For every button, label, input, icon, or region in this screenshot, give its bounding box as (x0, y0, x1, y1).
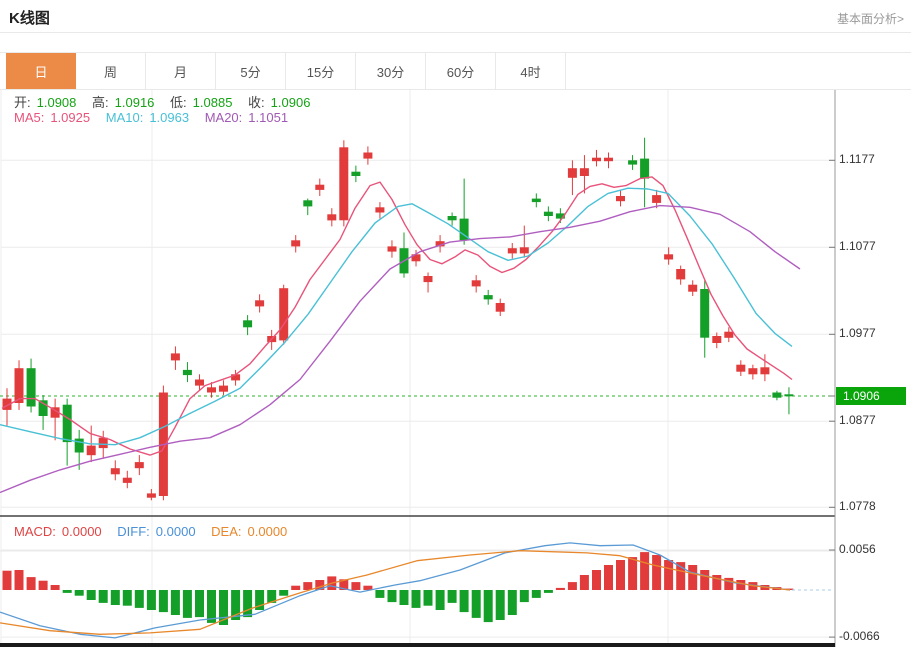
high-value: 1.0916 (115, 95, 155, 110)
period-tabbar: 日 周 月 5分 15分 30分 60分 4时 (0, 52, 911, 90)
ma-legend: MA5: 1.0925 MA10: 1.0963 MA20: 1.1051 (14, 110, 300, 125)
close-label: 收: (248, 95, 265, 110)
low-label: 低: (170, 95, 187, 110)
macd-value: 0.0000 (62, 524, 102, 539)
tab-day[interactable]: 日 (6, 53, 76, 89)
ma20-label: MA20: (205, 110, 243, 125)
page-header: K线图 基本面分析> (0, 0, 911, 33)
tab-15min[interactable]: 15分 (286, 53, 356, 89)
fundamental-analysis-link[interactable]: 基本面分析> (837, 10, 904, 27)
tab-4hour[interactable]: 4时 (496, 53, 566, 89)
ohlc-legend: 开: 1.0908 高: 1.0916 低: 1.0885 收: 1.0906 (14, 92, 322, 111)
tab-5min[interactable]: 5分 (216, 53, 286, 89)
low-value: 1.0885 (193, 95, 233, 110)
high-label: 高: (92, 95, 109, 110)
current-price-badge: 1.0906 (836, 387, 906, 405)
ma10-value: 1.0963 (149, 110, 189, 125)
open-value: 1.0908 (37, 95, 77, 110)
diff-value: 0.0000 (156, 524, 196, 539)
page-title: K线图 (9, 7, 50, 28)
tab-60min[interactable]: 60分 (426, 53, 496, 89)
tab-30min[interactable]: 30分 (356, 53, 426, 89)
tab-month[interactable]: 月 (146, 53, 216, 89)
close-value: 1.0906 (271, 95, 311, 110)
ma5-value: 1.0925 (50, 110, 90, 125)
dea-value: 0.0000 (248, 524, 288, 539)
open-label: 开: (14, 95, 31, 110)
kline-page: 1.11771.10771.09771.08771.07780.0056-0.0… (0, 0, 911, 649)
ma5-label: MA5: (14, 110, 44, 125)
macd-label: MACD: (14, 524, 56, 539)
diff-label: DIFF: (117, 524, 150, 539)
tab-week[interactable]: 周 (76, 53, 146, 89)
dea-label: DEA: (211, 524, 241, 539)
macd-legend: MACD: 0.0000 DIFF: 0.0000 DEA: 0.0000 (14, 524, 299, 539)
ma10-label: MA10: (106, 110, 144, 125)
ma20-value: 1.1051 (248, 110, 288, 125)
